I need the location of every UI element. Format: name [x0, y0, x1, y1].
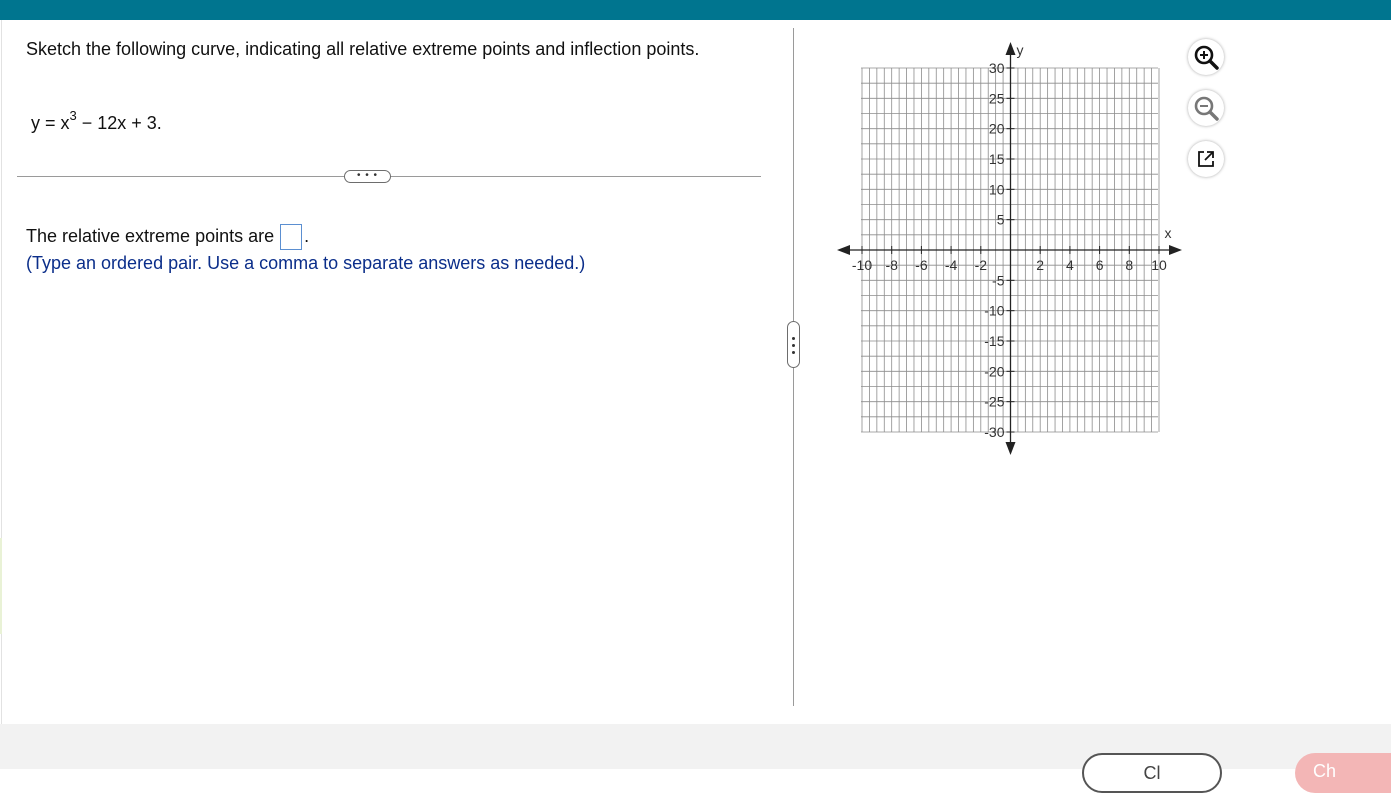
x-tick-label: 6 — [1096, 257, 1104, 273]
y-tick-label: -15 — [984, 333, 1004, 349]
x-tick-label: 8 — [1125, 257, 1133, 273]
x-tick-label: -10 — [852, 257, 872, 273]
popout-icon — [1198, 151, 1214, 167]
x-tick-label: -8 — [885, 257, 898, 273]
clear-all-button[interactable]: Cl — [1082, 753, 1222, 793]
y-tick-label: 20 — [989, 121, 1005, 137]
x-axis-arrow-right — [1169, 245, 1182, 255]
x-tick-label: -2 — [975, 257, 988, 273]
y-tick-label: -25 — [984, 394, 1004, 410]
y-tick-label: 30 — [989, 60, 1005, 76]
y-axis-arrow-up — [1005, 42, 1016, 55]
check-answer-button[interactable]: Ch — [1295, 753, 1391, 793]
x-axis-label: x — [1165, 225, 1172, 241]
y-tick-label: -5 — [992, 272, 1005, 288]
y-tick-label: -30 — [984, 424, 1004, 440]
graph-labels: -10 -8 -6 -4 -2 2 4 6 8 10 30 25 20 15 10 5 -5 -10 -15 -20 -… — [852, 42, 1172, 440]
x-tick-label: 10 — [1151, 257, 1167, 273]
y-tick-label: 10 — [989, 181, 1005, 197]
y-tick-label: 25 — [989, 90, 1005, 106]
zoom-out-button[interactable] — [1188, 90, 1224, 126]
y-tick-label: 15 — [989, 151, 1005, 167]
zoom-in-icon — [1194, 45, 1219, 70]
x-axis-arrow-left — [837, 245, 850, 255]
x-tick-label: 2 — [1036, 257, 1044, 273]
zoom-out-icon — [1194, 96, 1219, 121]
x-tick-label: -4 — [945, 257, 958, 273]
x-tick-label: 4 — [1066, 257, 1074, 273]
y-axis-label: y — [1017, 42, 1024, 58]
y-axis-arrow-down — [1005, 442, 1016, 455]
graph-axes — [837, 42, 1182, 455]
x-tick-label: -6 — [915, 257, 928, 273]
graph-canvas[interactable]: -10 -8 -6 -4 -2 2 4 6 8 10 30 25 20 15 10 5 -5 -10 -15 -20 -… — [0, 0, 1391, 769]
y-tick-label: -20 — [984, 363, 1004, 379]
popout-button[interactable] — [1188, 141, 1224, 177]
y-tick-label: 5 — [997, 212, 1005, 228]
zoom-in-button[interactable] — [1188, 39, 1224, 75]
y-tick-label: -10 — [984, 303, 1004, 319]
